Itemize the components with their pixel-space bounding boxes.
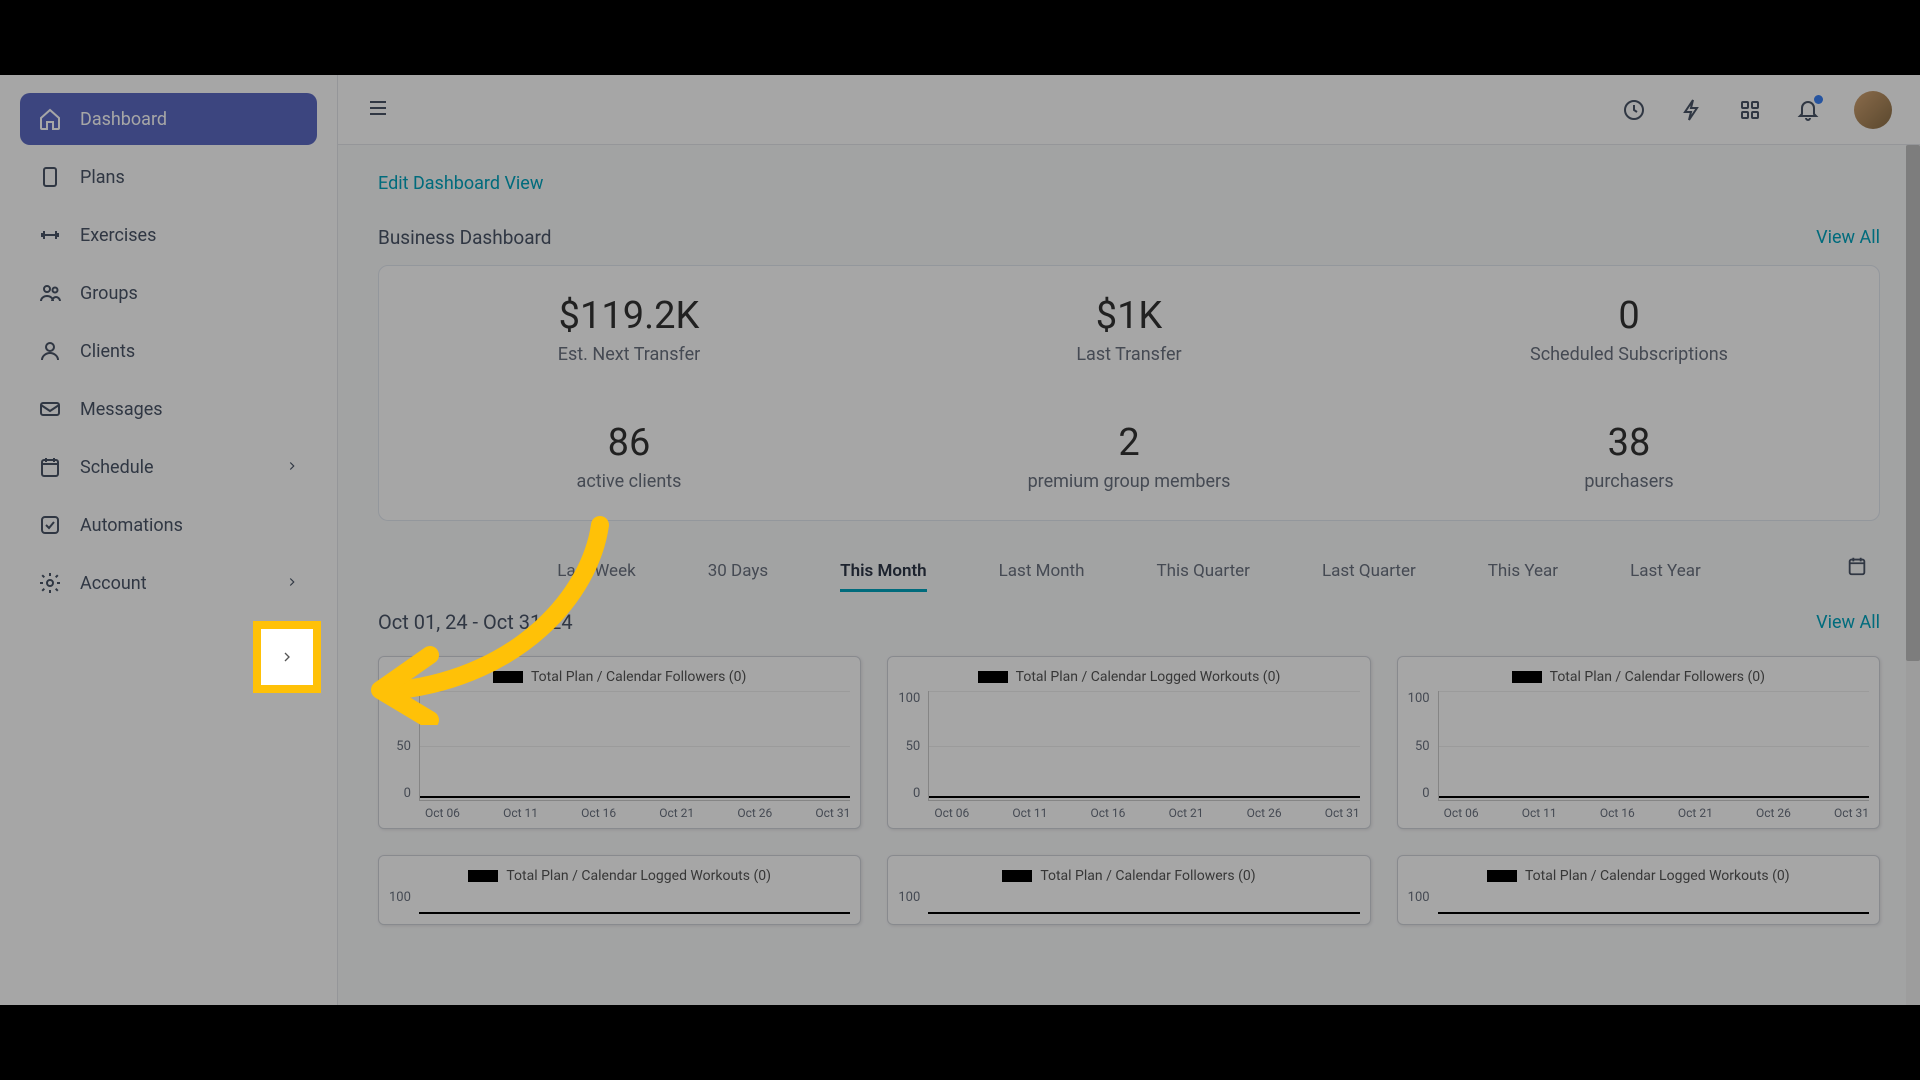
sidebar-item-exercises[interactable]: Exercises xyxy=(20,209,317,261)
stat-scheduled-subscriptions[interactable]: 0 Scheduled Subscriptions xyxy=(1379,266,1879,393)
chart-y-axis: 100 xyxy=(1408,890,1438,916)
people-icon xyxy=(38,281,62,305)
sidebar-item-dashboard[interactable]: Dashboard xyxy=(20,93,317,145)
tab-last-year[interactable]: Last Year xyxy=(1630,561,1701,592)
sidebar-item-label: Account xyxy=(80,573,147,594)
chart-y-axis: 100500 xyxy=(1408,691,1438,801)
date-range-text: Oct 01, 24 - Oct 31, 24 xyxy=(378,610,573,634)
view-all-charts-link[interactable]: View All xyxy=(1816,612,1880,633)
chart-plot xyxy=(928,890,1359,916)
edit-dashboard-link[interactable]: Edit Dashboard View xyxy=(378,173,543,194)
dumbbell-icon xyxy=(38,223,62,247)
tab-last-week[interactable]: Last Week xyxy=(557,561,635,592)
chart-card[interactable]: Total Plan / Calendar Logged Workouts (0… xyxy=(887,656,1370,829)
charts-grid: Total Plan / Calendar Followers (0) 1005… xyxy=(378,656,1880,925)
sidebar-item-label: Exercises xyxy=(80,225,156,246)
chart-card[interactable]: Total Plan / Calendar Logged Workouts (0… xyxy=(1397,855,1880,925)
calendar-icon xyxy=(38,455,62,479)
tab-last-quarter[interactable]: Last Quarter xyxy=(1322,561,1416,592)
tab-last-month[interactable]: Last Month xyxy=(999,561,1085,592)
chart-x-axis: Oct 06Oct 11Oct 16Oct 21Oct 26Oct 31 xyxy=(389,801,850,820)
chevron-right-icon xyxy=(285,457,299,478)
sidebar-item-label: Plans xyxy=(80,167,125,188)
chart-plot xyxy=(419,890,850,916)
chart-plot xyxy=(928,691,1359,801)
chart-card[interactable]: Total Plan / Calendar Logged Workouts (0… xyxy=(378,855,861,925)
legend-swatch xyxy=(493,671,523,683)
chart-title: Total Plan / Calendar Followers (0) xyxy=(531,669,746,685)
person-icon xyxy=(38,339,62,363)
chart-plot xyxy=(1438,691,1869,801)
stat-last-transfer[interactable]: $1K Last Transfer xyxy=(879,266,1379,393)
legend-swatch xyxy=(978,671,1008,683)
chart-title: Total Plan / Calendar Followers (0) xyxy=(1550,669,1765,685)
legend-swatch xyxy=(1002,870,1032,882)
legend-swatch xyxy=(1487,870,1517,882)
legend-swatch xyxy=(468,870,498,882)
chart-title: Total Plan / Calendar Followers (0) xyxy=(1040,868,1255,884)
chart-y-axis: 100 xyxy=(898,890,928,916)
chart-card[interactable]: Total Plan / Calendar Followers (0) 100 xyxy=(887,855,1370,925)
bolt-icon[interactable] xyxy=(1680,98,1704,122)
check-icon xyxy=(38,513,62,537)
hamburger-icon[interactable] xyxy=(366,96,390,124)
chart-card[interactable]: Total Plan / Calendar Followers (0) 1005… xyxy=(1397,656,1880,829)
calendar-picker-icon[interactable] xyxy=(1846,555,1868,581)
chart-x-axis: Oct 06Oct 11Oct 16Oct 21Oct 26Oct 31 xyxy=(898,801,1359,820)
sidebar-item-groups[interactable]: Groups xyxy=(20,267,317,319)
stats-card: $119.2K Est. Next Transfer $1K Last Tran… xyxy=(378,265,1880,521)
tab-this-year[interactable]: This Year xyxy=(1488,561,1558,592)
mail-icon xyxy=(38,397,62,421)
sidebar-item-label: Automations xyxy=(80,515,183,536)
sidebar-item-clients[interactable]: Clients xyxy=(20,325,317,377)
avatar[interactable] xyxy=(1854,91,1892,129)
sidebar-item-schedule[interactable]: Schedule xyxy=(20,441,317,493)
sidebar-item-label: Schedule xyxy=(80,457,154,478)
chart-x-axis: Oct 06Oct 11Oct 16Oct 21Oct 26Oct 31 xyxy=(1408,801,1869,820)
tab-30-days[interactable]: 30 Days xyxy=(708,561,768,592)
sidebar-item-label: Dashboard xyxy=(80,109,167,130)
stat-active-clients[interactable]: 86 active clients xyxy=(379,393,879,520)
content-area: Edit Dashboard View Business Dashboard V… xyxy=(338,145,1920,1005)
legend-swatch xyxy=(1512,671,1542,683)
sidebar-item-account[interactable]: Account xyxy=(20,557,317,609)
sidebar: Dashboard Plans Exercises Groups Clients… xyxy=(0,75,337,1005)
tab-this-quarter[interactable]: This Quarter xyxy=(1156,561,1249,592)
home-icon xyxy=(38,107,62,131)
tab-this-month[interactable]: This Month xyxy=(840,561,927,592)
topbar xyxy=(338,75,1920,145)
clock-icon[interactable] xyxy=(1622,98,1646,122)
sidebar-item-messages[interactable]: Messages xyxy=(20,383,317,435)
chart-plot xyxy=(419,691,850,801)
apps-icon[interactable] xyxy=(1738,98,1762,122)
sidebar-item-label: Groups xyxy=(80,283,138,304)
business-dashboard-title: Business Dashboard xyxy=(378,226,552,249)
scrollbar[interactable] xyxy=(1906,145,1920,1005)
chevron-right-icon xyxy=(285,573,299,594)
chart-y-axis: 100500 xyxy=(898,691,928,801)
stat-premium-members[interactable]: 2 premium group members xyxy=(879,393,1379,520)
sidebar-item-label: Messages xyxy=(80,399,163,420)
sidebar-item-automations[interactable]: Automations xyxy=(20,499,317,551)
stat-est-next-transfer[interactable]: $119.2K Est. Next Transfer xyxy=(379,266,879,393)
clipboard-icon xyxy=(38,165,62,189)
gear-icon xyxy=(38,571,62,595)
stat-purchasers[interactable]: 38 purchasers xyxy=(1379,393,1879,520)
view-all-link[interactable]: View All xyxy=(1816,227,1880,248)
sidebar-item-label: Clients xyxy=(80,341,135,362)
sidebar-item-plans[interactable]: Plans xyxy=(20,151,317,203)
chart-title: Total Plan / Calendar Logged Workouts (0… xyxy=(1016,669,1281,685)
bell-icon[interactable] xyxy=(1796,98,1820,122)
chart-y-axis: 100500 xyxy=(389,691,419,801)
chart-title: Total Plan / Calendar Logged Workouts (0… xyxy=(506,868,771,884)
date-range-tabs: Last Week 30 Days This Month Last Month … xyxy=(557,561,1700,592)
main-area: Edit Dashboard View Business Dashboard V… xyxy=(337,75,1920,1005)
chart-card[interactable]: Total Plan / Calendar Followers (0) 1005… xyxy=(378,656,861,829)
chart-plot xyxy=(1438,890,1869,916)
chart-title: Total Plan / Calendar Logged Workouts (0… xyxy=(1525,868,1790,884)
chart-y-axis: 100 xyxy=(389,890,419,916)
